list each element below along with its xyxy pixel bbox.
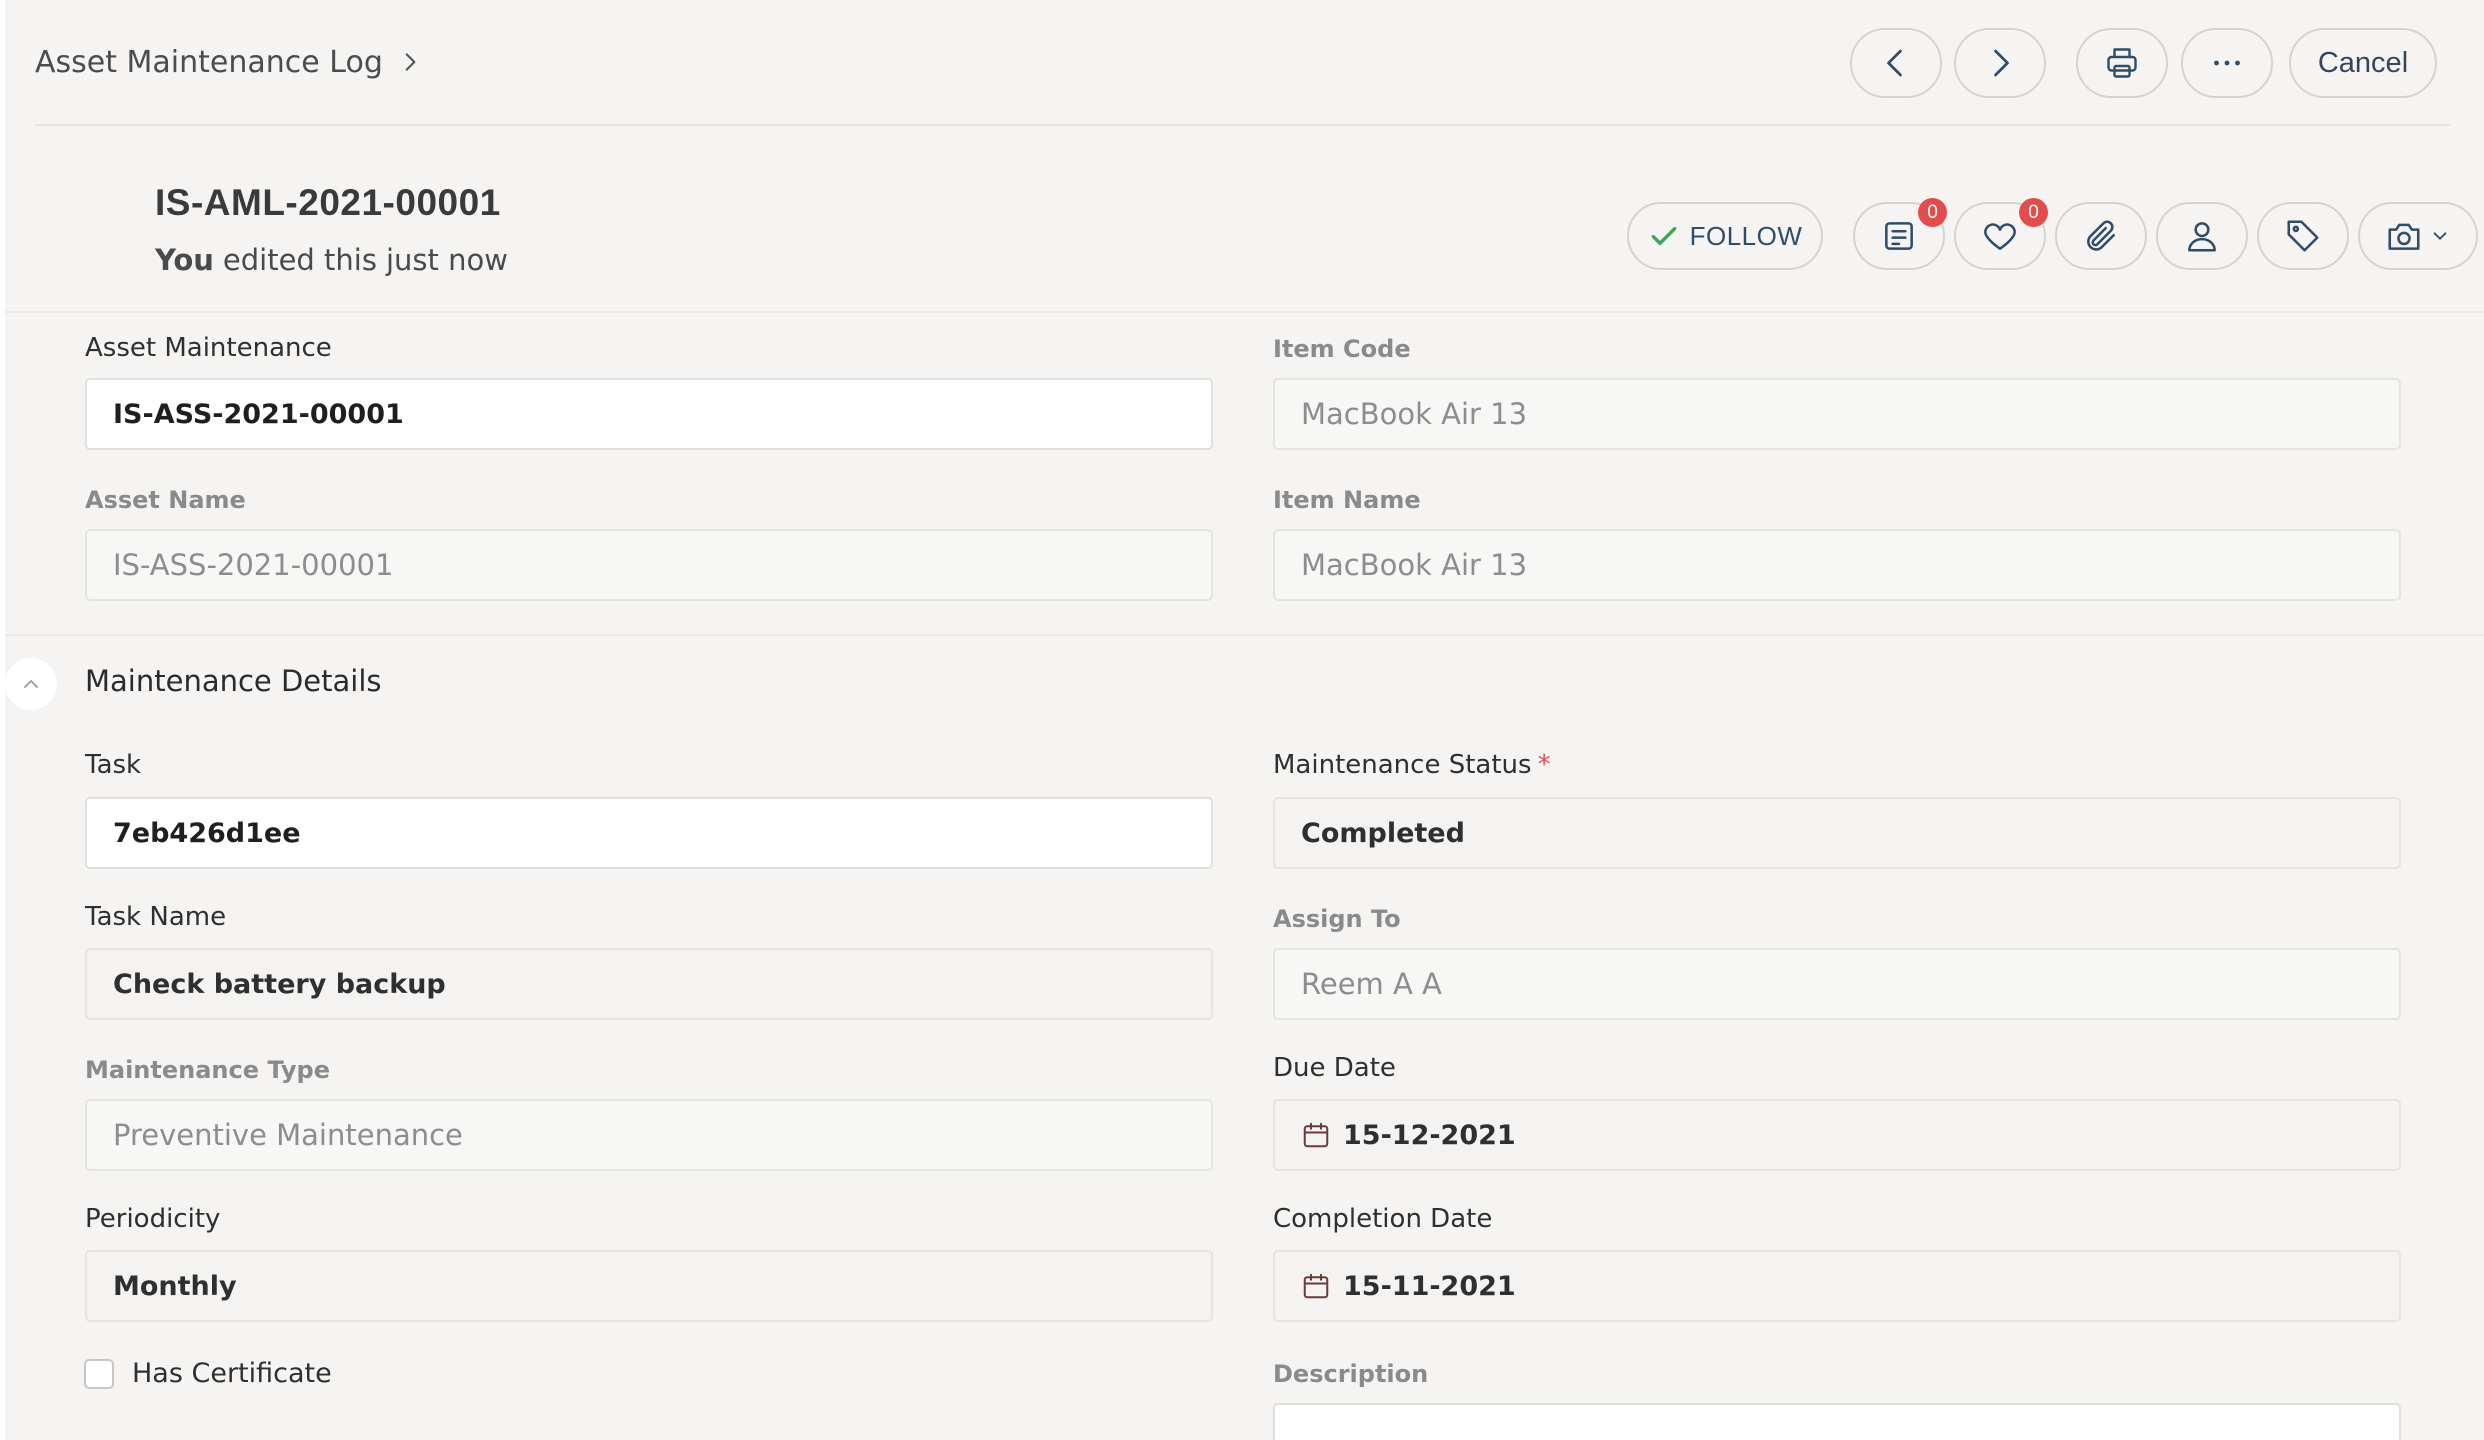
user-icon bbox=[2188, 222, 2216, 252]
item-name-label: Item Name bbox=[1273, 486, 1421, 514]
chevron-up-icon bbox=[24, 680, 38, 688]
section-divider bbox=[5, 634, 2484, 636]
chevron-right-icon bbox=[397, 49, 423, 75]
periodicity-label: Periodicity bbox=[85, 1204, 221, 1234]
task-name-input[interactable]: Check battery backup bbox=[85, 948, 1213, 1020]
edit-info: You edited this just now bbox=[155, 243, 508, 277]
heart-icon bbox=[1984, 223, 2016, 250]
edited-text: edited this bbox=[222, 243, 377, 277]
top-bar: Asset Maintenance Log Cancel bbox=[0, 0, 2484, 126]
completion-date-input[interactable]: 15-11-2021 bbox=[1273, 1250, 2401, 1322]
section-collapse-button[interactable] bbox=[5, 658, 57, 710]
due-date-label: Due Date bbox=[1273, 1053, 1396, 1083]
more-options-button[interactable] bbox=[2181, 28, 2273, 98]
assign-button[interactable] bbox=[2156, 202, 2248, 270]
ellipsis-icon bbox=[2214, 60, 2240, 66]
asset-maintenance-input[interactable]: IS-ASS-2021-00001 bbox=[85, 378, 1213, 450]
edited-by: You bbox=[155, 243, 214, 277]
item-code-label: Item Code bbox=[1273, 335, 1411, 363]
previous-button[interactable] bbox=[1850, 28, 1942, 98]
asset-name-label: Asset Name bbox=[85, 486, 246, 514]
required-mark: * bbox=[1537, 750, 1551, 780]
task-label: Task bbox=[85, 750, 142, 780]
print-button[interactable] bbox=[2076, 28, 2168, 98]
due-date-input[interactable]: 15-12-2021 bbox=[1273, 1099, 2401, 1171]
tag-button[interactable] bbox=[2257, 202, 2349, 270]
has-certificate-row[interactable]: Has Certificate bbox=[84, 1358, 332, 1389]
comments-count-badge: 0 bbox=[1918, 198, 1947, 227]
document-title: IS-AML-2021-00001 bbox=[155, 182, 501, 223]
has-certificate-checkbox[interactable] bbox=[84, 1358, 114, 1389]
printer-icon bbox=[2107, 48, 2137, 78]
has-certificate-label[interactable]: Has Certificate bbox=[132, 1358, 332, 1389]
section-title[interactable]: Maintenance Details bbox=[85, 664, 382, 698]
task-input[interactable]: 7eb426d1ee bbox=[85, 797, 1213, 869]
page-edge bbox=[0, 0, 5, 1440]
due-date-value: 15-12-2021 bbox=[1343, 1119, 1516, 1151]
asset-maintenance-label: Asset Maintenance bbox=[85, 333, 332, 363]
item-name-field: MacBook Air 13 bbox=[1273, 529, 2401, 601]
item-code-field: MacBook Air 13 bbox=[1273, 378, 2401, 450]
check-icon bbox=[1651, 226, 1676, 246]
chevron-right-icon bbox=[1994, 49, 2009, 77]
chevron-left-icon bbox=[1887, 49, 1902, 77]
likes-count-badge: 0 bbox=[2019, 198, 2048, 227]
calendar-icon bbox=[1303, 1122, 1329, 1148]
breadcrumb[interactable]: Asset Maintenance Log bbox=[35, 36, 423, 88]
asset-name-field: IS-ASS-2021-00001 bbox=[85, 529, 1213, 601]
assign-to-field: Reem A A bbox=[1273, 948, 2401, 1020]
next-button[interactable] bbox=[1954, 28, 2046, 98]
periodicity-select[interactable]: Monthly bbox=[85, 1250, 1213, 1322]
divider bbox=[5, 311, 2484, 313]
task-name-label: Task Name bbox=[85, 902, 227, 932]
follow-button[interactable]: FOLLOW bbox=[1627, 202, 1823, 270]
tag-icon bbox=[2287, 220, 2319, 252]
completion-date-label: Completion Date bbox=[1273, 1204, 1493, 1234]
attach-button[interactable] bbox=[2055, 202, 2147, 270]
comment-icon bbox=[1885, 222, 1913, 250]
maintenance-type-field: Preventive Maintenance bbox=[85, 1099, 1213, 1171]
description-label: Description bbox=[1273, 1360, 1429, 1388]
maintenance-status-label-text: Maintenance Status bbox=[1273, 750, 1532, 780]
maintenance-status-select[interactable]: Completed bbox=[1273, 797, 2401, 869]
completion-date-value: 15-11-2021 bbox=[1343, 1270, 1516, 1302]
camera-dropdown-button[interactable] bbox=[2358, 202, 2478, 270]
maintenance-status-label: Maintenance Status * bbox=[1273, 750, 1551, 780]
divider bbox=[35, 124, 2450, 126]
description-input[interactable] bbox=[1273, 1403, 2401, 1440]
edited-time: just now bbox=[385, 243, 508, 277]
follow-label: FOLLOW bbox=[1689, 220, 1803, 251]
like-button[interactable]: 0 bbox=[1954, 198, 2048, 270]
breadcrumb-label[interactable]: Asset Maintenance Log bbox=[35, 45, 383, 80]
camera-icon bbox=[2388, 223, 2420, 250]
chevron-down-icon bbox=[2433, 232, 2447, 240]
calendar-icon bbox=[1303, 1273, 1329, 1299]
comments-button[interactable]: 0 bbox=[1853, 198, 1947, 270]
cancel-button[interactable]: Cancel bbox=[2289, 28, 2437, 98]
paperclip-icon bbox=[2087, 220, 2115, 251]
assign-to-label: Assign To bbox=[1273, 905, 1401, 933]
maintenance-type-label: Maintenance Type bbox=[85, 1056, 330, 1084]
